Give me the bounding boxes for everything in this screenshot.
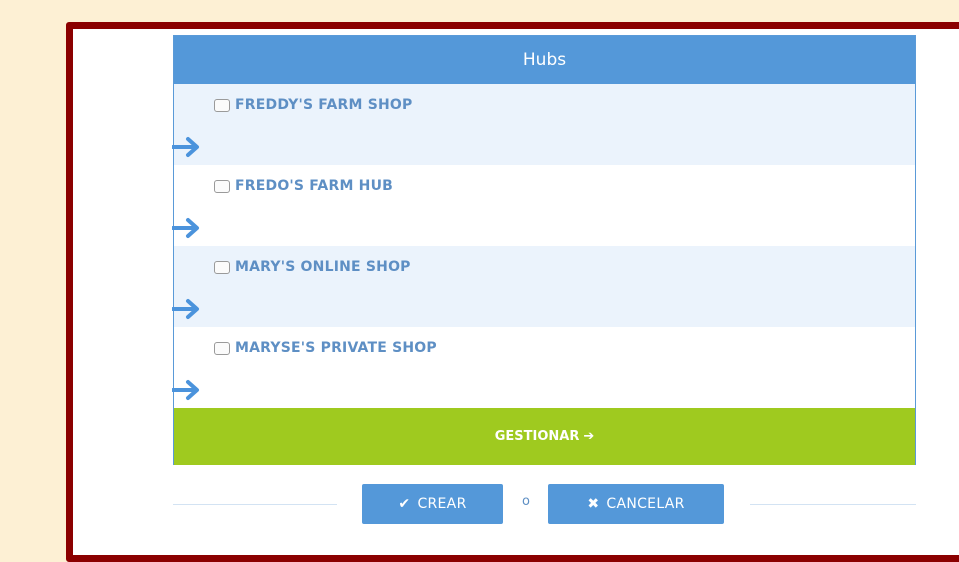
hubs-panel: Hubs FREDDY'S FARM SHOP FREDO'S FARM HUB… bbox=[172, 35, 916, 465]
arrow-right-icon[interactable] bbox=[172, 379, 206, 401]
arrow-right-icon[interactable] bbox=[172, 298, 206, 320]
hub-row: FREDDY'S FARM SHOP bbox=[172, 84, 915, 165]
close-icon: ✖ bbox=[587, 496, 600, 512]
hub-row: MARYSE'S PRIVATE SHOP bbox=[172, 327, 915, 408]
panel-title: Hubs bbox=[174, 36, 915, 84]
divider-left bbox=[173, 504, 337, 505]
hub-checkbox-label[interactable]: FREDDY'S FARM SHOP bbox=[214, 97, 412, 113]
hub-name: FREDDY'S FARM SHOP bbox=[235, 97, 413, 113]
arrow-right-icon: ➔ bbox=[583, 429, 595, 444]
hub-checkbox-label[interactable]: MARY'S ONLINE SHOP bbox=[214, 259, 411, 275]
or-separator: o bbox=[522, 494, 530, 509]
create-button-label: CREAR bbox=[417, 496, 467, 512]
hub-checkbox[interactable] bbox=[214, 98, 230, 112]
arrow-right-icon[interactable] bbox=[172, 217, 206, 239]
manage-button[interactable]: GESTIONAR ➔ bbox=[174, 408, 915, 465]
cancel-button[interactable]: ✖ CANCELAR bbox=[548, 484, 724, 524]
arrow-right-icon[interactable] bbox=[172, 136, 206, 158]
hub-checkbox-label[interactable]: FREDO'S FARM HUB bbox=[214, 178, 393, 194]
hub-checkbox-label[interactable]: MARYSE'S PRIVATE SHOP bbox=[214, 340, 437, 356]
hub-name: MARY'S ONLINE SHOP bbox=[235, 259, 411, 275]
hub-checkbox[interactable] bbox=[214, 179, 230, 193]
create-button[interactable]: ✔ CREAR bbox=[362, 484, 503, 524]
hub-name: MARYSE'S PRIVATE SHOP bbox=[235, 340, 437, 356]
hub-checkbox[interactable] bbox=[214, 341, 230, 355]
hub-row: FREDO'S FARM HUB bbox=[172, 165, 915, 246]
divider-right bbox=[750, 504, 916, 505]
hub-row: MARY'S ONLINE SHOP bbox=[172, 246, 915, 327]
hub-name: FREDO'S FARM HUB bbox=[235, 178, 394, 194]
hub-checkbox[interactable] bbox=[214, 260, 230, 274]
manage-button-label: GESTIONAR bbox=[494, 429, 580, 444]
check-icon: ✔ bbox=[398, 496, 411, 512]
cancel-button-label: CANCELAR bbox=[606, 496, 685, 512]
